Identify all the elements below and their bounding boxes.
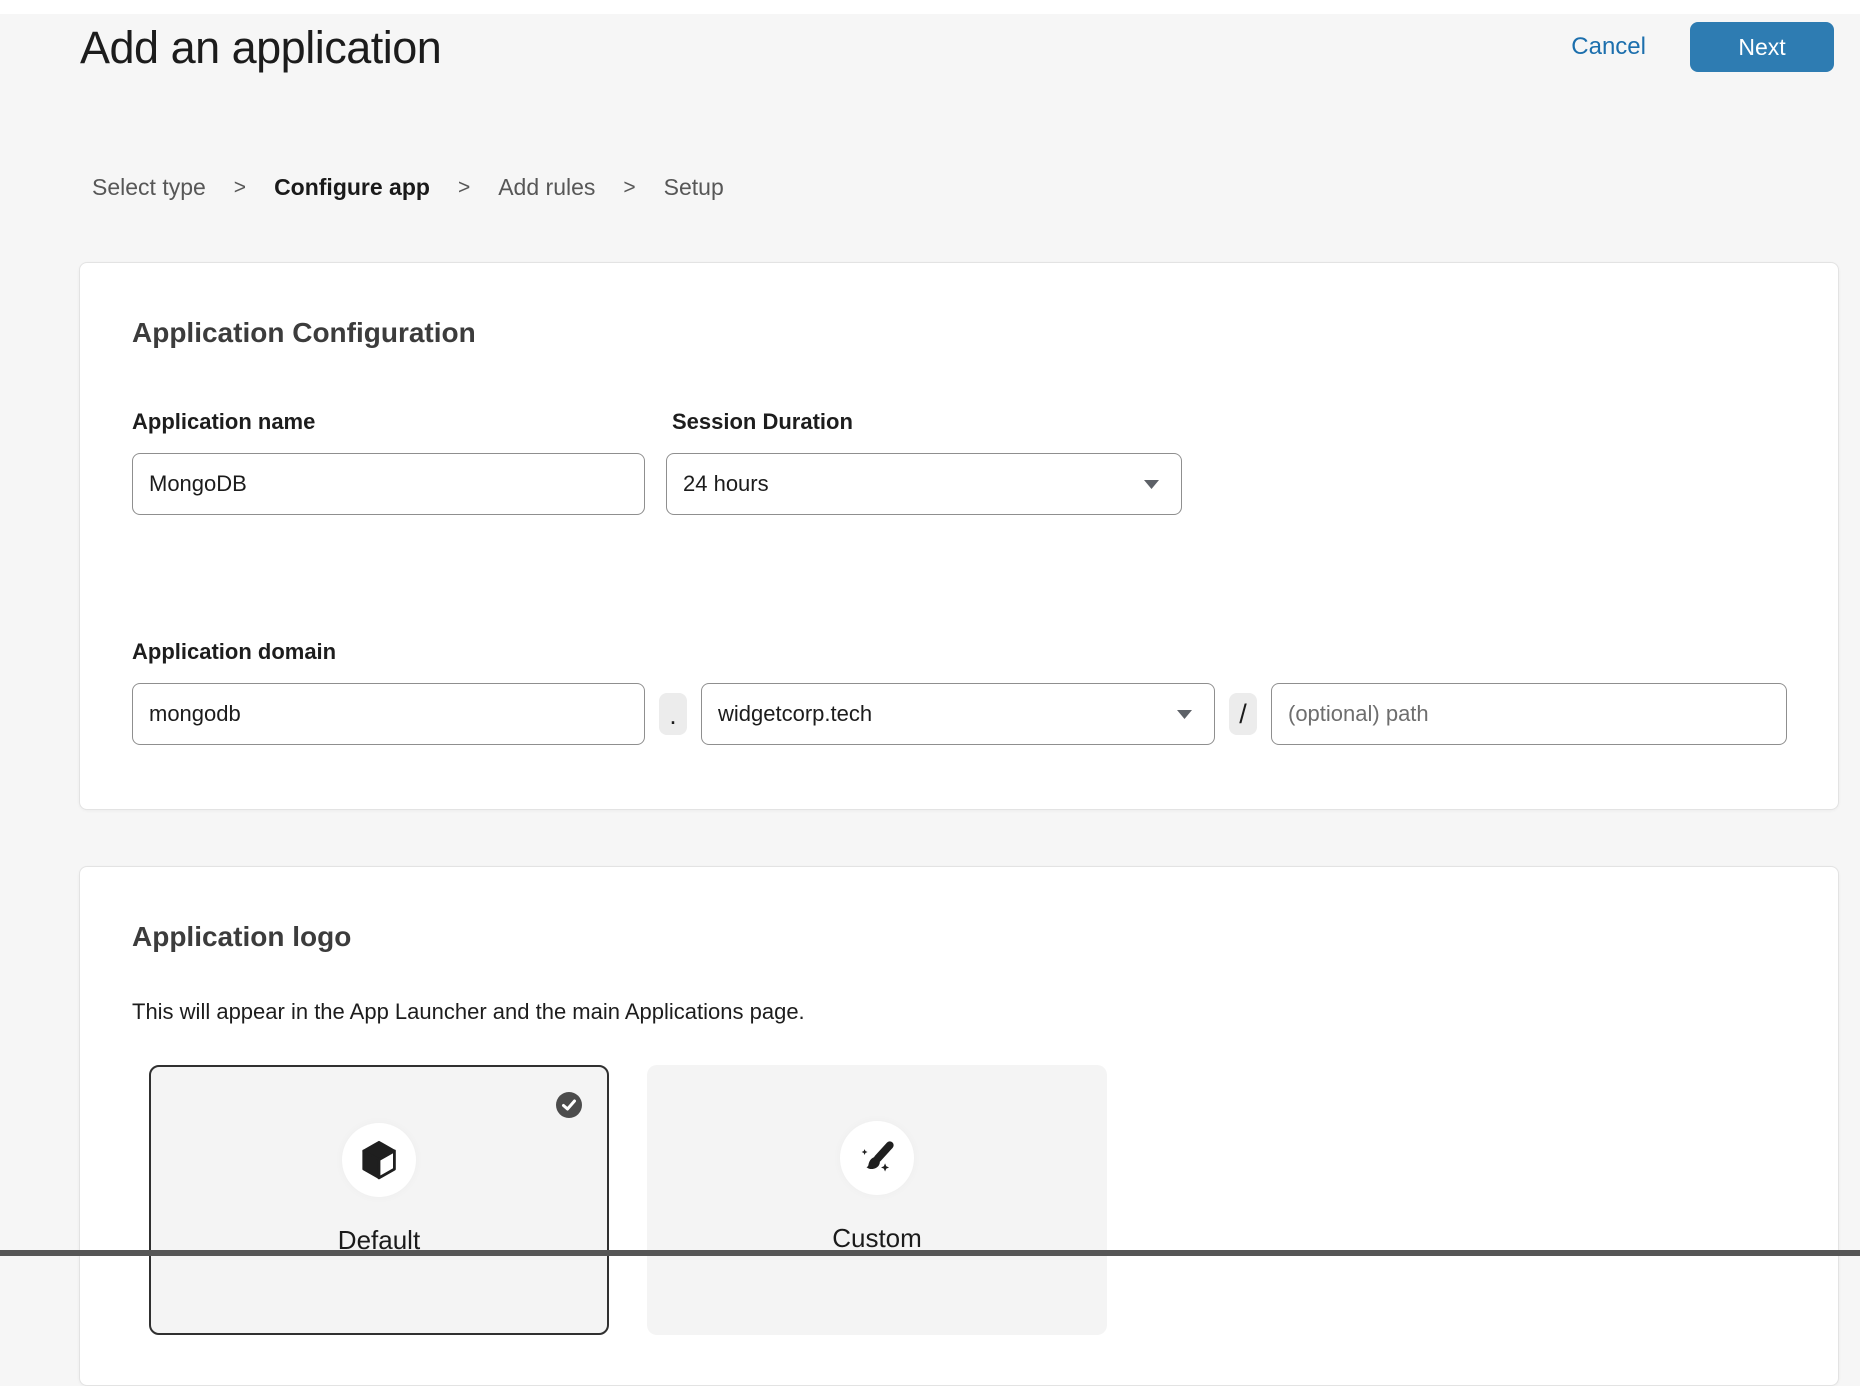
application-logo-card: Application logo This will appear in the… bbox=[79, 866, 1839, 1386]
application-domain-label: Application domain bbox=[132, 639, 336, 665]
breadcrumb-separator: > bbox=[458, 176, 470, 200]
chevron-down-icon bbox=[1144, 480, 1159, 489]
path-input[interactable] bbox=[1271, 683, 1787, 745]
breadcrumb-separator: > bbox=[623, 176, 635, 200]
logo-options: Default Custom bbox=[149, 1065, 1107, 1335]
application-configuration-card: Application Configuration Application na… bbox=[79, 262, 1839, 810]
domain-select[interactable]: widgetcorp.tech bbox=[701, 683, 1215, 745]
breadcrumb-separator: > bbox=[234, 176, 246, 200]
session-duration-label: Session Duration bbox=[672, 409, 853, 435]
chevron-down-icon bbox=[1177, 710, 1192, 719]
next-button[interactable]: Next bbox=[1690, 22, 1834, 72]
slash-separator: / bbox=[1229, 693, 1257, 735]
header-actions: Cancel Next bbox=[1540, 22, 1834, 72]
logo-icon-circle bbox=[840, 1121, 914, 1195]
paintbrush-icon bbox=[856, 1137, 898, 1179]
logo-icon-circle bbox=[342, 1123, 416, 1197]
breadcrumb-step-select-type[interactable]: Select type bbox=[92, 174, 206, 201]
breadcrumb-step-configure-app[interactable]: Configure app bbox=[274, 174, 430, 201]
breadcrumb-step-add-rules[interactable]: Add rules bbox=[498, 174, 595, 201]
logo-option-custom[interactable]: Custom bbox=[647, 1065, 1107, 1335]
subdomain-input[interactable] bbox=[132, 683, 645, 745]
top-strip bbox=[0, 0, 1860, 14]
application-name-input[interactable] bbox=[132, 453, 645, 515]
cube-icon bbox=[358, 1139, 400, 1181]
session-duration-value: 24 hours bbox=[683, 471, 769, 497]
application-configuration-heading: Application Configuration bbox=[132, 317, 476, 349]
page-title: Add an application bbox=[80, 22, 441, 74]
selected-check-badge bbox=[555, 1091, 583, 1119]
logo-option-default[interactable]: Default bbox=[149, 1065, 609, 1335]
domain-value: widgetcorp.tech bbox=[718, 701, 872, 727]
cancel-button[interactable]: Cancel bbox=[1571, 33, 1646, 61]
application-logo-description: This will appear in the App Launcher and… bbox=[132, 999, 805, 1025]
breadcrumb-step-setup[interactable]: Setup bbox=[664, 174, 724, 201]
dot-separator: . bbox=[659, 693, 687, 735]
breadcrumb: Select type > Configure app > Add rules … bbox=[92, 174, 724, 201]
bottom-edge-bar bbox=[0, 1250, 1860, 1256]
application-name-label: Application name bbox=[132, 409, 315, 435]
application-logo-heading: Application logo bbox=[132, 921, 351, 953]
session-duration-select[interactable]: 24 hours bbox=[666, 453, 1182, 515]
